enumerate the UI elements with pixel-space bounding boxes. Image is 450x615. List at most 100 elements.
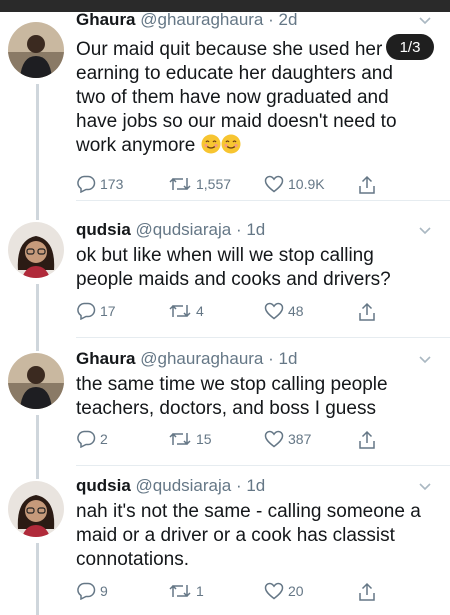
retweet-count: 1,557: [196, 176, 232, 192]
tweet-text-line: Our maid quit because she used her: [76, 39, 383, 60]
tweet-text-line: earning to educate her daughters and: [76, 63, 393, 84]
display-name[interactable]: qudsia: [76, 220, 131, 239]
heart-icon: [264, 302, 284, 320]
share-button[interactable]: [358, 430, 376, 450]
display-name[interactable]: Ghaura: [76, 349, 136, 368]
timestamp[interactable]: · 1d: [236, 476, 265, 495]
tweet-text: Our maid quit because she used her earni…: [76, 38, 436, 158]
heart-icon: [264, 582, 284, 600]
reply-button[interactable]: 2: [76, 430, 108, 448]
tweet-header: Ghaura @ghauraghaura · 2d: [76, 10, 297, 30]
like-button[interactable]: 48: [264, 302, 304, 320]
reply-button[interactable]: 173: [76, 175, 123, 193]
share-icon: [359, 430, 375, 449]
chevron-down-icon[interactable]: [418, 224, 432, 238]
user-handle[interactable]: @ghauraghaura: [140, 349, 263, 368]
thread-line: [36, 200, 39, 220]
user-handle[interactable]: @qudsiaraja: [136, 476, 232, 495]
avatar-qudsia[interactable]: [8, 222, 64, 278]
timestamp[interactable]: · 1d: [268, 349, 297, 368]
like-count: 387: [288, 431, 312, 447]
reply-button[interactable]: 17: [76, 302, 116, 320]
timestamp[interactable]: · 1d: [236, 220, 265, 239]
retweet-button[interactable]: 1: [168, 582, 204, 600]
tweet-actions: 173 1,557 10.9K: [76, 175, 406, 195]
retweet-icon: [169, 432, 191, 446]
share-button[interactable]: [358, 175, 376, 195]
user-handle[interactable]: @qudsiaraja: [136, 220, 232, 239]
reply-count: 9: [100, 583, 108, 599]
tweet-text-line: nah it's not the same - calling someone …: [76, 501, 421, 522]
divider: [76, 337, 450, 338]
tweet-text-line: connotations.: [76, 549, 190, 570]
divider: [76, 200, 450, 201]
thread-line: [36, 337, 39, 351]
reply-count: 173: [100, 176, 124, 192]
page-indicator: 1/3: [386, 34, 434, 60]
thread-line: [36, 415, 39, 465]
reply-icon: [77, 302, 96, 320]
divider: [76, 465, 450, 466]
tweet-4[interactable]: qudsia @qudsiaraja · 1d nah it's not the…: [0, 465, 450, 615]
tweet-text-line: people maids and cooks and drivers?: [76, 269, 391, 290]
tweet-3[interactable]: Ghaura @ghauraghaura · 1d the same time …: [0, 337, 450, 465]
tweet-2[interactable]: qudsia @qudsiaraja · 1d ok but like when…: [0, 200, 450, 337]
user-handle[interactable]: @ghauraghaura: [140, 10, 263, 29]
retweet-button[interactable]: 4: [168, 302, 204, 320]
retweet-icon: [169, 177, 191, 191]
reply-icon: [77, 582, 96, 600]
share-icon: [359, 582, 375, 601]
retweet-button[interactable]: 1,557: [168, 175, 231, 193]
display-name[interactable]: qudsia: [76, 476, 131, 495]
tweet-text-line: have jobs so our maid doesn't need to: [76, 111, 397, 132]
display-name[interactable]: Ghaura: [76, 10, 136, 29]
tweet-header: qudsia @qudsiaraja · 1d: [76, 220, 265, 240]
avatar-qudsia[interactable]: [8, 481, 64, 537]
retweet-count: 1: [196, 583, 204, 599]
tweet-actions: 9 1 20: [76, 582, 406, 602]
share-button[interactable]: [358, 582, 376, 602]
chevron-down-icon[interactable]: [418, 480, 432, 494]
tweet-header: Ghaura @ghauraghaura · 1d: [76, 349, 297, 369]
like-button[interactable]: 20: [264, 582, 304, 600]
retweet-button[interactable]: 15: [168, 430, 212, 448]
avatar-ghaura[interactable]: [8, 22, 64, 78]
thread-line: [36, 543, 39, 615]
smiling-face-icon: [201, 134, 221, 154]
tweet-text-line: two of them have now graduated and: [76, 87, 389, 108]
chevron-down-icon[interactable]: [418, 353, 432, 367]
reply-count: 17: [100, 303, 116, 319]
tweet-text-line: work anymore: [76, 135, 196, 156]
like-button[interactable]: 387: [264, 430, 311, 448]
heart-icon: [264, 430, 284, 448]
share-button[interactable]: [358, 302, 376, 322]
tweet-text-line: the same time we stop calling people: [76, 374, 388, 395]
tweet-text: the same time we stop calling people tea…: [76, 373, 436, 421]
reply-count: 2: [100, 431, 108, 447]
tweet-text: ok but like when will we stop calling pe…: [76, 244, 436, 292]
share-icon: [359, 175, 375, 194]
tweet-header: qudsia @qudsiaraja · 1d: [76, 476, 265, 496]
retweet-icon: [169, 304, 191, 318]
timestamp[interactable]: · 2d: [268, 10, 297, 29]
retweet-icon: [169, 584, 191, 598]
reply-button[interactable]: 9: [76, 582, 108, 600]
tweet-1[interactable]: Ghaura @ghauraghaura · 2d Our maid quit …: [0, 0, 450, 200]
avatar-ghaura[interactable]: [8, 353, 64, 409]
thread-line: [36, 284, 39, 337]
like-count: 20: [288, 583, 304, 599]
like-count: 48: [288, 303, 304, 319]
like-button[interactable]: 10.9K: [264, 175, 325, 193]
share-icon: [359, 302, 375, 321]
chevron-down-icon[interactable]: [418, 14, 432, 28]
thread-line: [36, 465, 39, 479]
tweet-text: nah it's not the same - calling someone …: [76, 500, 436, 572]
tweet-actions: 17 4 48: [76, 302, 406, 322]
reply-icon: [77, 430, 96, 448]
heart-icon: [264, 175, 284, 193]
retweet-count: 15: [196, 431, 212, 447]
tweet-text-line: teachers, doctors, and boss I guess: [76, 398, 376, 419]
reply-icon: [77, 175, 96, 193]
tweet-text-line: ok but like when will we stop calling: [76, 245, 374, 266]
retweet-count: 4: [196, 303, 204, 319]
